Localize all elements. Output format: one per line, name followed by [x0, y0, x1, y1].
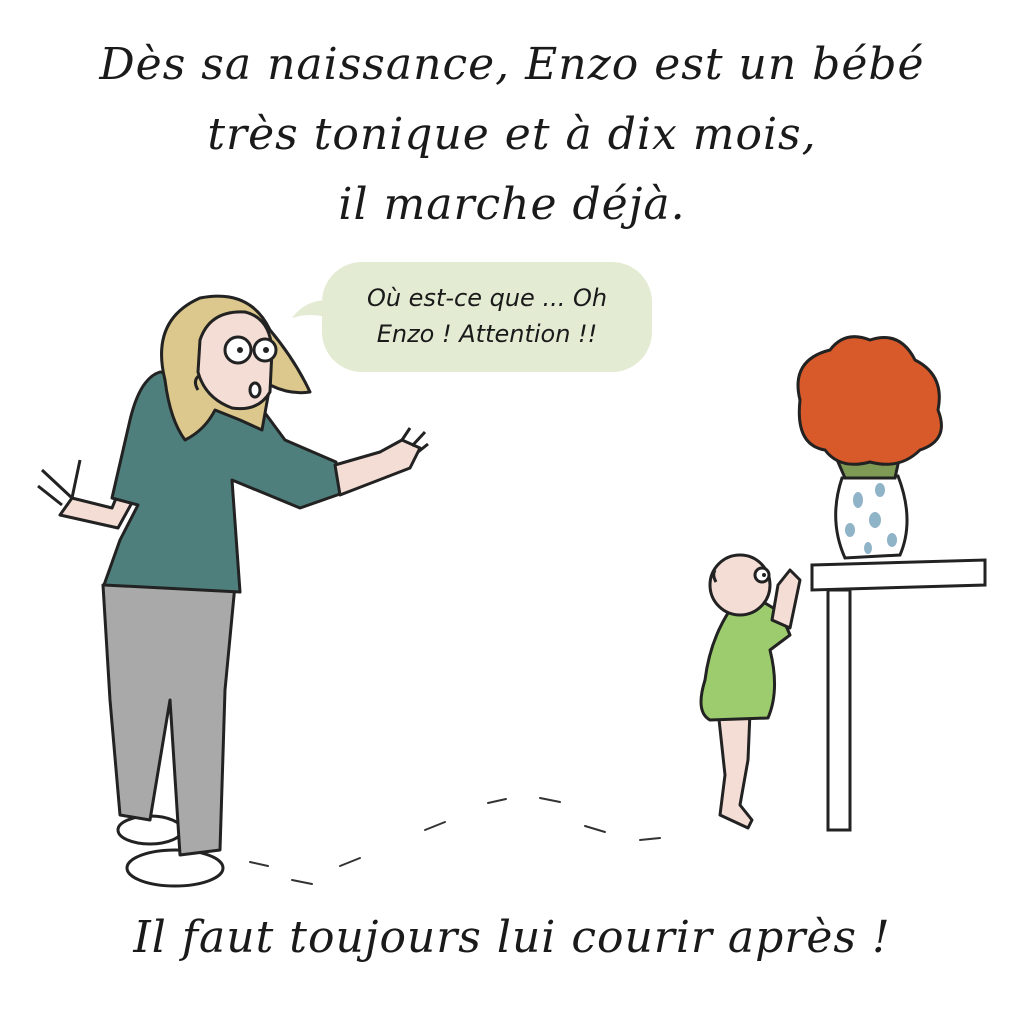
floor-dashes [249, 797, 661, 885]
woman-arm-right [333, 438, 422, 497]
comic-illustration [37, 294, 987, 888]
baby-legs [716, 708, 754, 830]
bottom-caption: Il faut toujours lui courir après ! [133, 912, 891, 963]
woman-figure [37, 294, 429, 888]
speech-line-2: Enzo ! Attention !! [376, 320, 598, 348]
baby-arms [770, 568, 802, 630]
woman-pants [101, 583, 237, 857]
speech-bubble-text: Où est-ce que ... Oh Enzo ! Attention !! [322, 280, 652, 352]
speech-line-1: Où est-ce que ... Oh [366, 284, 608, 312]
baby-figure [699, 553, 802, 830]
woman-shoe-right [125, 848, 225, 888]
side-table [810, 558, 987, 832]
woman-mouth [248, 381, 262, 399]
flowers [796, 335, 943, 466]
table-top [810, 558, 987, 592]
baby-head [708, 553, 772, 617]
table-leg [826, 588, 852, 832]
flower-vase [796, 335, 943, 560]
